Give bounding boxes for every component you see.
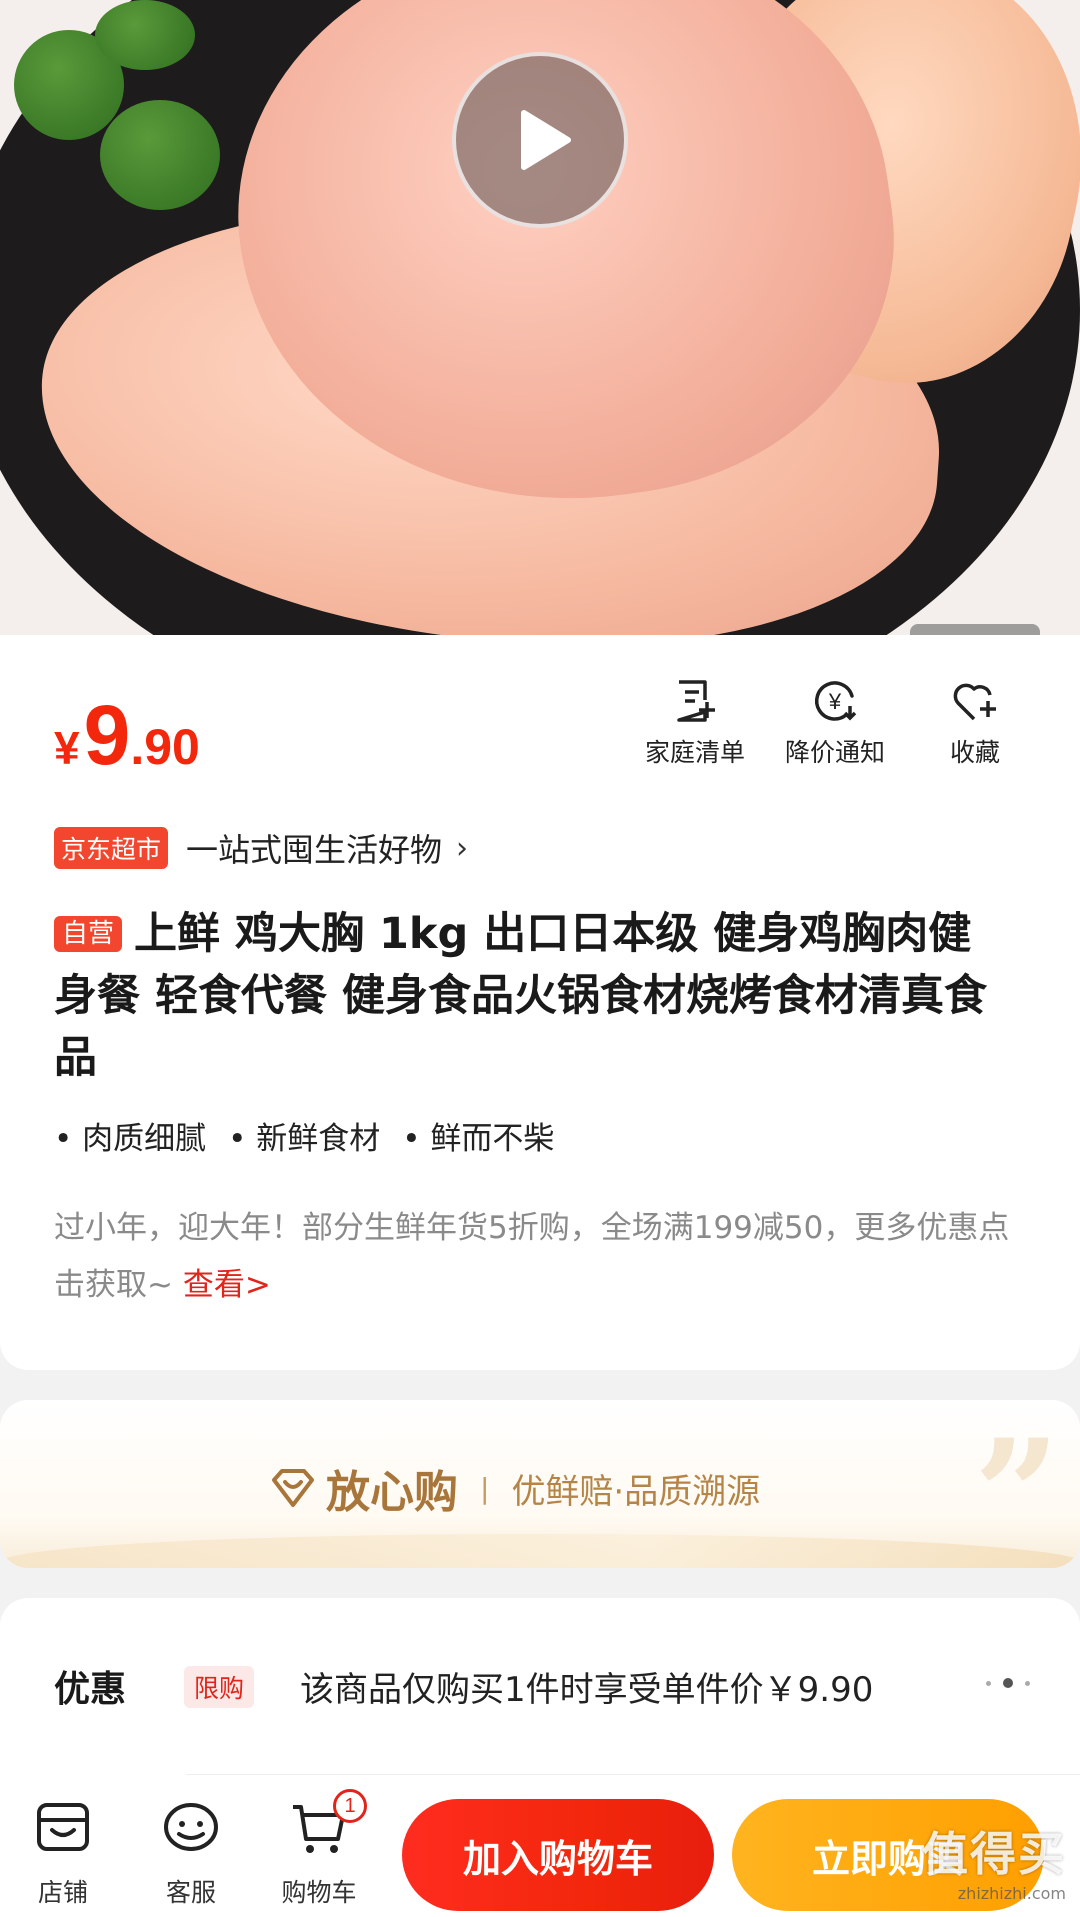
store-slogan: 一站式囤生活好物 — [186, 831, 443, 869]
heart-add-icon — [953, 683, 996, 721]
store-icon — [37, 1803, 89, 1851]
guarantee-banner[interactable]: ” 放心购 | 优鲜赔·品质溯源 — [0, 1400, 1080, 1568]
add-to-cart-button[interactable]: 加入购物车 — [402, 1799, 714, 1911]
product-image-carousel[interactable] — [0, 0, 1080, 635]
customer-service-icon — [164, 1803, 218, 1851]
watermark-url: zhizhizhi.com — [957, 1884, 1066, 1903]
price-drop-icon: ¥ — [814, 681, 857, 721]
product-title-text: 上鲜 鸡大胸 1kg 出口日本级 健身鸡胸肉健身餐 轻食代餐 健身食品火锅食材烧… — [54, 909, 987, 1083]
price-integer: 9 — [83, 688, 131, 782]
price-decimal: .90 — [130, 719, 200, 775]
selling-point: 肉质细腻 — [54, 1113, 206, 1158]
selling-point: 新鲜食材 — [228, 1113, 380, 1158]
guarantee-subtitle: 优鲜赔·品质溯源 — [511, 1471, 761, 1512]
chevron-right-icon: › — [456, 830, 469, 866]
store-tag: 京东超市 — [54, 827, 169, 869]
promo-text: 过小年，迎大年！部分生鲜年货5折购，全场满199减50，更多优惠点击获取~ 查看… — [54, 1200, 1024, 1314]
list-add-icon — [677, 680, 715, 722]
cart-count-badge: 1 — [333, 1789, 367, 1823]
product-info-card: ¥ 9 .90 家庭清单 ¥ 降价通知 收藏 京东超市 一站式囤生活好物 › 自… — [0, 635, 1080, 1370]
favorite-label: 收藏 — [949, 738, 1000, 767]
cart-nav-label: 购物车 — [281, 1878, 357, 1907]
svg-text:¥: ¥ — [828, 689, 842, 714]
discount-label: 优惠 — [54, 1669, 127, 1710]
guarantee-title: 放心购 — [326, 1467, 458, 1518]
store-nav-button[interactable]: 店铺 — [8, 1797, 118, 1909]
mint-leaf-image — [100, 100, 220, 210]
selling-point: 鲜而不柴 — [402, 1113, 554, 1158]
bottom-action-bar: 店铺 客服 1 购物车 加入购物车 立即购买 值得买 zhizhizhi.com — [0, 1775, 1080, 1917]
store-row[interactable]: 京东超市 一站式囤生活好物 › — [54, 825, 468, 871]
product-detail-page: ¥ 9 .90 家庭清单 ¥ 降价通知 收藏 京东超市 一站式囤生活好物 › 自… — [0, 0, 1080, 1917]
self-operated-tag: 自营 — [54, 916, 123, 952]
watermark-main: 值得买 — [922, 1827, 1066, 1881]
discount-text[interactable]: 该商品仅购买1件时享受单件价￥9.90 — [300, 1662, 950, 1711]
decorative-wave — [0, 1534, 1080, 1568]
limit-tag: 限购 — [184, 1666, 255, 1708]
selling-points: 肉质细腻 新鲜食材 鲜而不柴 — [54, 1113, 554, 1158]
family-list-button[interactable]: 家庭清单 — [640, 677, 750, 769]
promo-view-link[interactable]: 查看> — [183, 1267, 271, 1303]
customer-service-label: 客服 — [165, 1878, 216, 1907]
more-dots-icon[interactable] — [986, 1678, 1030, 1688]
mint-leaf-image — [95, 0, 195, 70]
favorite-button[interactable]: 收藏 — [920, 677, 1030, 769]
price-drop-alert-button[interactable]: ¥ 降价通知 — [780, 677, 890, 769]
guarantee-separator: | — [480, 1471, 490, 1505]
image-indicator — [910, 624, 1040, 635]
cart-nav-button[interactable]: 1 购物车 — [264, 1789, 374, 1909]
price: ¥ 9 .90 — [54, 687, 200, 784]
watermark: 值得买 zhizhizhi.com — [922, 1818, 1066, 1903]
quick-actions: 家庭清单 ¥ 降价通知 收藏 — [640, 677, 1030, 769]
store-nav-label: 店铺 — [37, 1878, 88, 1907]
price-currency: ¥ — [54, 722, 80, 774]
play-video-button[interactable] — [452, 52, 628, 228]
diamond-heart-icon — [272, 1469, 314, 1507]
family-list-label: 家庭清单 — [644, 738, 745, 767]
play-icon — [521, 110, 571, 170]
price-drop-label: 降价通知 — [784, 738, 885, 767]
customer-service-button[interactable]: 客服 — [136, 1797, 246, 1909]
product-title: 自营 上鲜 鸡大胸 1kg 出口日本级 健身鸡胸肉健身餐 轻食代餐 健身食品火锅食… — [54, 903, 1014, 1089]
